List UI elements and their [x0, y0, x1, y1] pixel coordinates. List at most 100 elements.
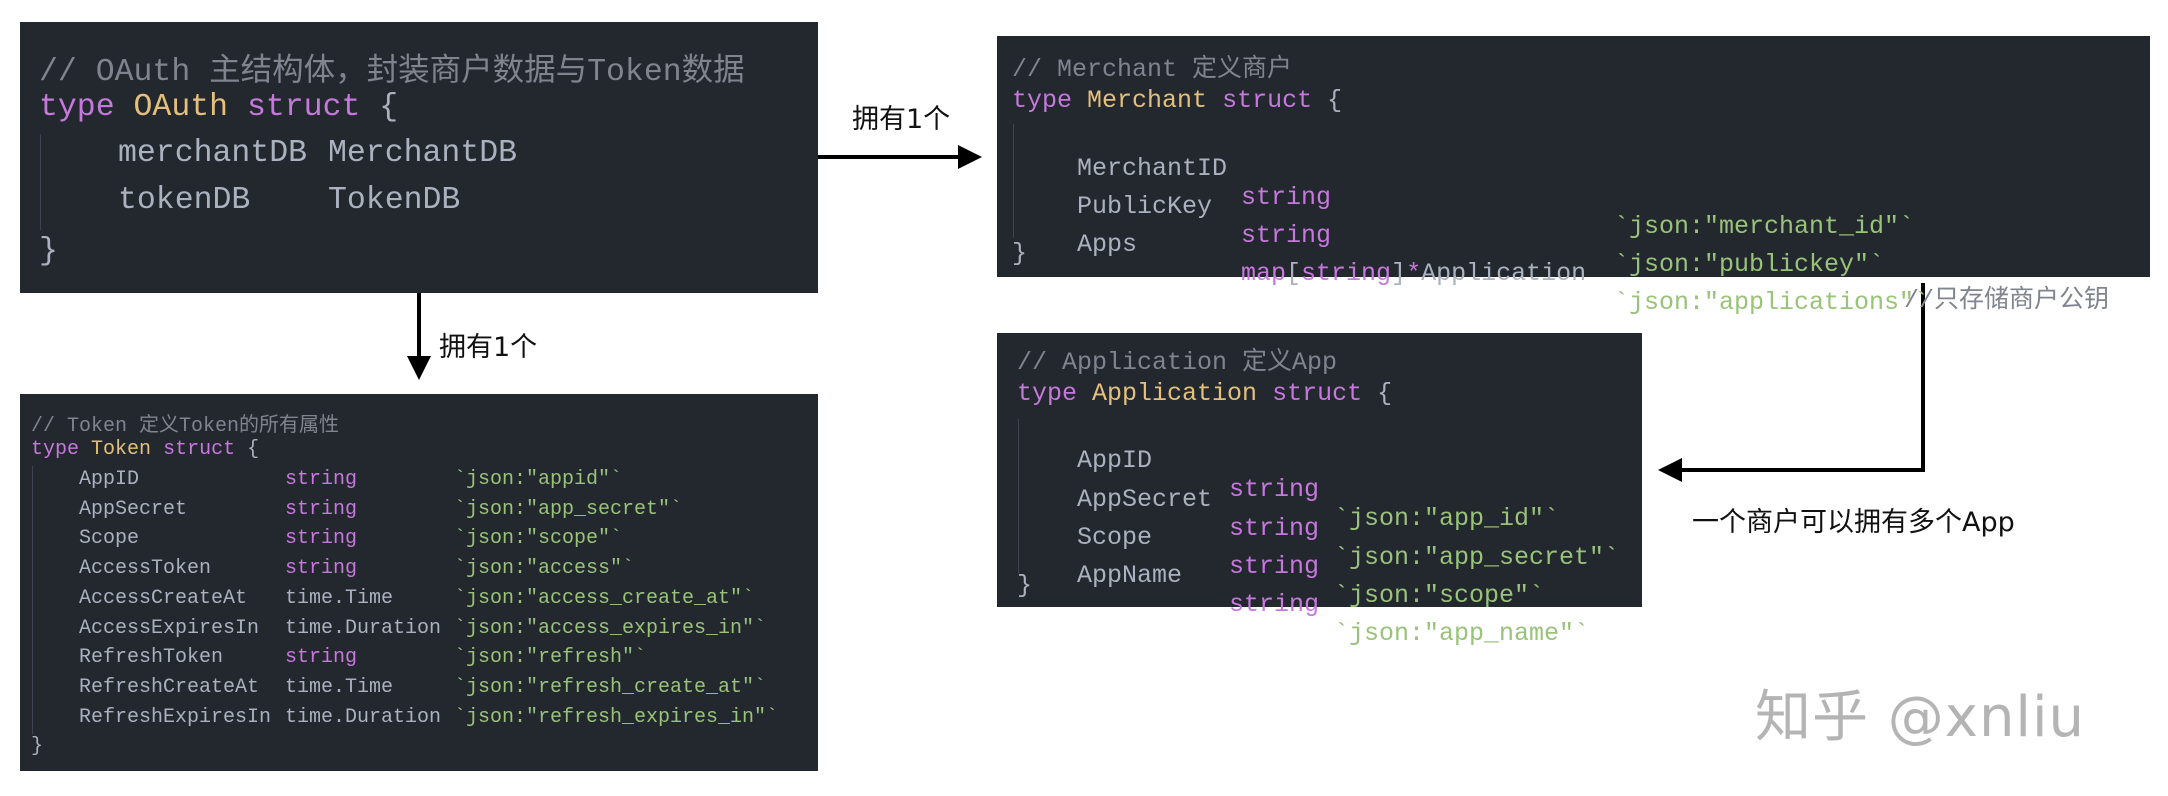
keyword-type: type — [1017, 379, 1078, 408]
struct-declaration: type Token struct { — [31, 438, 259, 461]
struct-field: Scope string `json:"scope"` — [79, 527, 809, 553]
code-comment: // OAuth 主结构体，封装商户数据与Token数据 — [39, 55, 745, 90]
struct-name: OAuth — [133, 90, 229, 125]
field-name: AccessToken — [79, 557, 212, 581]
token-struct-code-block: // Token 定义Token的所有属性 type Token struct … — [20, 394, 818, 771]
field-tag: `json:"app_name"` — [1334, 619, 1590, 648]
type-bracket-open: [ — [1286, 259, 1302, 288]
field-tag: `json:"appid"` — [454, 468, 623, 491]
struct-name: Merchant — [1087, 86, 1208, 115]
field-name: RefreshExpiresIn — [79, 705, 272, 729]
field-type: MerchantDB — [328, 136, 518, 171]
field-type: string — [285, 468, 358, 491]
keyword-type: type — [31, 438, 80, 461]
field-type: map[string]*Application — [1241, 259, 1586, 288]
watermark: 知乎 @xnliu — [1755, 685, 2086, 750]
field-name: Apps — [1077, 230, 1138, 259]
field-name: Scope — [79, 527, 140, 551]
type-map-keyword: map — [1241, 259, 1287, 288]
struct-field: AppSecret string `json:"app_secret"` — [79, 498, 809, 524]
field-type: time.Time — [285, 675, 394, 699]
struct-declaration: type Application struct { — [1017, 379, 1392, 408]
code-comment: // Application 定义App — [1017, 348, 1338, 377]
keyword-struct: struct — [1272, 379, 1363, 408]
edge-label-oauth-token: 拥有1个 — [439, 332, 538, 363]
struct-field: Apps map[string]*Application `json:"appl… — [1077, 201, 2137, 317]
indent-guide — [1018, 419, 1019, 573]
field-name: RefreshToken — [79, 646, 224, 670]
type-key: string — [1301, 259, 1392, 288]
close-brace: } — [1012, 239, 1028, 268]
field-tag: `json:"access"` — [454, 557, 635, 581]
struct-field: MerchantID string `json:"merchant_id"` — [1077, 125, 2137, 241]
indent-guide — [32, 466, 33, 734]
keyword-type: type — [39, 90, 115, 125]
oauth-struct-code-block: // OAuth 主结构体，封装商户数据与Token数据 type OAuth … — [20, 22, 818, 293]
open-brace: { — [1327, 86, 1343, 115]
field-type: TokenDB — [328, 183, 461, 218]
field-tag: `json:"refresh"` — [454, 646, 647, 670]
field-tag: `json:"scope"` — [1334, 581, 1545, 610]
struct-declaration: type Merchant struct { — [1012, 86, 1342, 115]
code-comment: // Token 定义Token的所有属性 — [31, 415, 340, 438]
struct-field: AppSecret string `json:"app_secret"` — [1077, 456, 1637, 572]
field-tag: `json:"refresh_expires_in"` — [454, 705, 779, 729]
field-name: tokenDB — [118, 183, 251, 218]
field-tag: `json:"app_secret"` — [454, 497, 683, 521]
edge-label-oauth-merchant: 拥有1个 — [852, 104, 951, 135]
code-comment: // Merchant 定义商户 — [1012, 55, 1293, 84]
close-brace: } — [31, 735, 44, 758]
application-struct-code-block: // Application 定义App type Application st… — [997, 333, 1642, 648]
open-brace: { — [1377, 379, 1393, 408]
field-type: string — [285, 497, 358, 521]
field-name: RefreshCreateAt — [79, 675, 260, 699]
open-brace: { — [247, 438, 260, 461]
keyword-struct: struct — [246, 90, 361, 125]
struct-field: AppID string `json:"app_id"` — [1077, 417, 1637, 533]
field-name: AccessExpiresIn — [79, 616, 260, 640]
field-name: merchantDB — [118, 136, 308, 171]
struct-field: RefreshToken string `json:"refresh"` — [79, 646, 809, 672]
field-type: time.Duration — [285, 616, 442, 640]
close-brace: } — [1017, 571, 1033, 600]
field-tag: `json:"applications"` — [1614, 288, 1930, 317]
struct-declaration: type OAuth struct { — [39, 90, 398, 125]
struct-field: Scope string `json:"scope"` — [1077, 494, 1637, 610]
struct-name: Token — [91, 438, 152, 461]
merchant-struct-code-block: // Merchant 定义商户 type Merchant struct { … — [997, 36, 2150, 317]
field-type: string — [1229, 590, 1320, 619]
field-comment: //只存储商户公钥 — [1904, 286, 2110, 315]
struct-field: AppID string `json:"appid"` — [79, 468, 809, 494]
struct-field: RefreshExpiresIn time.Duration `json:"refr… — [79, 706, 809, 732]
field-type: time.Time — [285, 586, 394, 610]
struct-field: AccessCreateAt time.Time `json:"access_cre… — [79, 587, 809, 613]
field-tag: `json:"scope"` — [454, 527, 623, 551]
field-tag: `json:"publickey"` — [1614, 250, 1885, 279]
type-bracket-close: ] — [1391, 259, 1407, 288]
indent-guide — [40, 134, 41, 230]
struct-field: PublicKey string `json:"publickey"` //只存… — [1077, 163, 2137, 315]
struct-field: AppName string `json:"app_name"` — [1077, 532, 1637, 648]
close-brace: } — [39, 234, 58, 269]
type-value: Application — [1421, 259, 1587, 288]
struct-field: RefreshCreateAt time.Time `json:"refresh_c… — [79, 676, 809, 702]
open-brace: { — [379, 90, 399, 125]
struct-field: AccessExpiresIn time.Duration `json:"acces… — [79, 617, 809, 643]
field-name: AccessCreateAt — [79, 586, 248, 610]
field-tag: `json:"refresh_create_at"` — [454, 675, 767, 699]
field-type: time.Duration — [285, 705, 442, 729]
field-name: AppName — [1077, 561, 1183, 590]
indent-guide — [1013, 124, 1014, 238]
field-type: string — [285, 646, 358, 670]
field-name: AppSecret — [79, 497, 188, 521]
field-type: string — [285, 527, 358, 551]
struct-field: AccessToken string `json:"access"` — [79, 557, 809, 583]
edge-label-merchant-application: 一个商户可以拥有多个App — [1692, 507, 2015, 538]
field-tag: `json:"access_expires_in"` — [454, 616, 767, 640]
field-type: string — [285, 557, 358, 581]
keyword-struct: struct — [1222, 86, 1313, 115]
field-name: AppID — [79, 468, 140, 491]
keyword-type: type — [1012, 86, 1073, 115]
type-pointer: * — [1406, 259, 1422, 288]
field-tag: `json:"access_create_at"` — [454, 586, 755, 610]
